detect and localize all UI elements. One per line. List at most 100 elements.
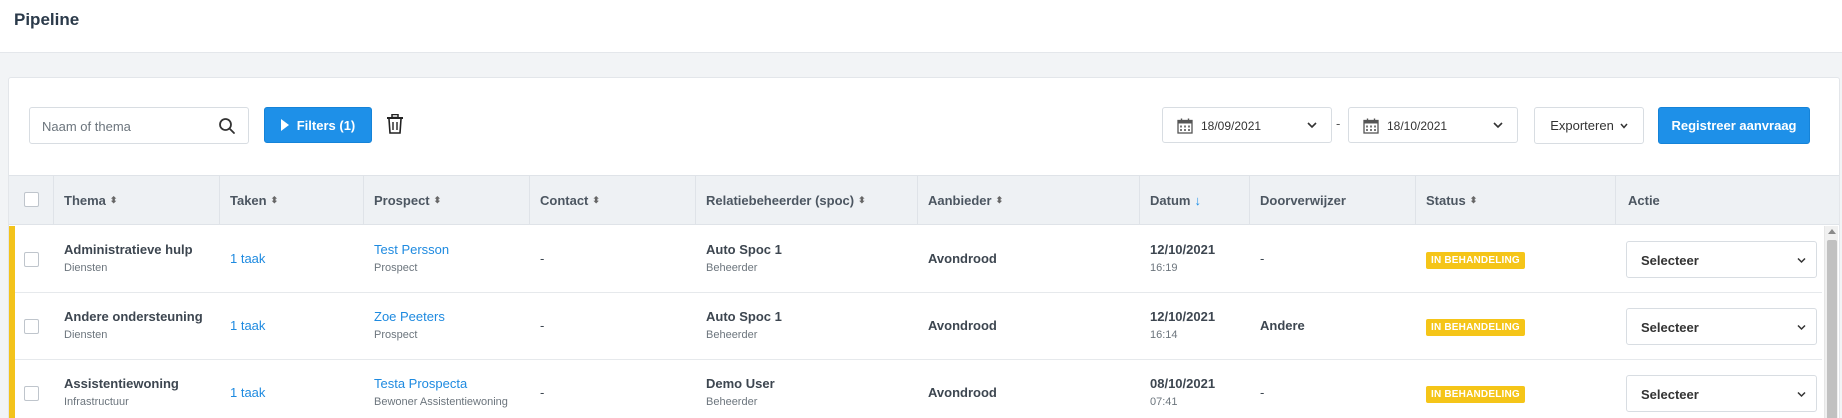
column-relatiebeheerder-label: Relatiebeheerder (spoc) [706,192,855,208]
export-button-label: Exporteren [1550,118,1614,133]
action-select[interactable]: Selecteer [1626,241,1817,278]
sort-icon: ⬍ [592,194,600,205]
datum-cell: 08/10/2021 07:41 [1150,376,1215,408]
date-to-picker[interactable]: 18/10/2021 [1348,107,1518,143]
prospect-role: Bewoner Assistentiewoning [374,396,508,408]
status-cell: IN BEHANDELING [1426,384,1525,403]
row-status-accent [9,226,15,293]
date-from-value: 18/09/2021 [1201,119,1262,133]
filters-button[interactable]: Filters (1) [264,107,372,143]
doorverwijzer-value: Andere [1260,318,1305,333]
page-title: Pipeline [14,10,80,29]
chevron-down-icon [1797,324,1806,331]
calendar-icon [1177,118,1193,134]
sort-desc-icon: ↓ [1194,192,1201,208]
column-contact[interactable]: Contact ⬍ [530,176,696,224]
register-request-button[interactable]: Registreer aanvraag [1658,107,1810,144]
calendar-icon [1363,118,1379,134]
datum-time: 07:41 [1150,396,1178,408]
datum-time: 16:14 [1150,329,1178,341]
scrollbar-thumb[interactable] [1827,240,1837,418]
contact-value: - [540,251,545,266]
search-box[interactable] [29,107,249,144]
column-contact-label: Contact [540,192,589,208]
chevron-down-icon [1493,122,1503,129]
sort-icon: ⬍ [1469,194,1478,205]
spoc-name: Auto Spoc 1 [706,242,782,257]
sort-icon: ⬍ [858,194,866,205]
thema-cell: Administratieve hulp Diensten [64,242,193,274]
taken-link[interactable]: 1 taak [230,318,265,333]
chevron-down-icon [1307,122,1317,129]
table-row[interactable]: Administratieve hulp Diensten 1 taak Tes… [9,226,1822,293]
row-checkbox[interactable] [24,386,39,401]
table-row[interactable]: Assistentiewoning Infrastructuur 1 taak … [9,360,1822,418]
action-select-value: Selecteer [1641,387,1699,402]
column-actie-label: Actie [1628,192,1660,208]
aanbieder-value: Avondrood [928,318,997,333]
sort-icon: ⬍ [270,194,279,205]
select-all-cell [9,176,54,224]
column-taken[interactable]: Taken ⬍ [220,176,364,224]
spoc-role: Beheerder [706,329,758,341]
row-checkbox[interactable] [24,319,39,334]
column-taken-label: Taken [230,192,267,208]
column-datum[interactable]: Datum ↓ [1140,176,1250,224]
prospect-link[interactable]: Zoe Peeters [374,309,445,324]
column-thema-label: Thema [64,192,106,208]
trash-icon[interactable] [386,114,404,134]
datum-time: 16:19 [1150,262,1178,274]
spoc-name: Demo User [706,376,775,391]
column-relatiebeheerder[interactable]: Relatiebeheerder (spoc) ⬍ [696,176,918,224]
table-scrollbar[interactable] [1824,226,1838,418]
column-doorverwijzer-label: Doorverwijzer [1260,192,1346,208]
select-all-checkbox[interactable] [24,192,39,207]
spoc-cell: Auto Spoc 1 Beheerder [706,242,782,274]
doorverwijzer-value: - [1260,385,1265,400]
prospect-link[interactable]: Test Persson [374,242,449,257]
taken-link[interactable]: 1 taak [230,251,265,266]
search-icon[interactable] [218,117,236,135]
thema-cell: Andere ondersteuning Diensten [64,309,203,341]
spoc-cell: Auto Spoc 1 Beheerder [706,309,782,341]
thema-category: Infrastructuur [64,396,129,408]
search-input[interactable] [42,117,212,135]
aanbieder-value: Avondrood [928,385,997,400]
row-status-accent [9,293,15,360]
export-button[interactable]: Exporteren [1534,107,1644,144]
date-to-value: 18/10/2021 [1387,119,1448,133]
datum-date: 12/10/2021 [1150,309,1216,324]
action-select[interactable]: Selecteer [1626,308,1817,345]
spoc-cell: Demo User Beheerder [706,376,775,408]
datum-cell: 12/10/2021 16:14 [1150,309,1215,341]
row-status-accent [9,360,15,418]
column-aanbieder[interactable]: Aanbieder ⬍ [918,176,1140,224]
column-doorverwijzer: Doorverwijzer [1250,176,1416,224]
taken-link[interactable]: 1 taak [230,385,265,400]
table-header: Thema ⬍ Taken ⬍ Prospect ⬍ Contact ⬍ Rel… [9,175,1839,225]
status-badge: IN BEHANDELING [1426,252,1525,269]
thema-name: Andere ondersteuning [64,309,203,324]
column-thema[interactable]: Thema ⬍ [54,176,220,224]
scroll-up-icon[interactable] [1828,229,1836,234]
table-row[interactable]: Andere ondersteuning Diensten 1 taak Zoe… [9,293,1822,360]
column-actie: Actie [1616,176,1839,224]
doorverwijzer-value: - [1260,251,1265,266]
prospect-link[interactable]: Testa Prospecta [374,376,508,391]
status-cell: IN BEHANDELING [1426,250,1525,269]
prospect-role: Prospect [374,329,418,341]
column-status[interactable]: Status ⬍ [1416,176,1616,224]
thema-category: Diensten [64,262,108,274]
column-status-label: Status [1426,192,1466,208]
action-select[interactable]: Selecteer [1626,375,1817,412]
column-datum-label: Datum [1150,192,1191,208]
date-from-picker[interactable]: 18/09/2021 [1162,107,1332,143]
thema-category: Diensten [64,329,108,341]
action-select-value: Selecteer [1641,253,1699,268]
status-cell: IN BEHANDELING [1426,317,1525,336]
column-prospect[interactable]: Prospect ⬍ [364,176,530,224]
prospect-cell: Test Persson Prospect [374,242,449,274]
chevron-down-icon [1797,257,1806,264]
date-separator: - [1336,116,1341,131]
row-checkbox[interactable] [24,252,39,267]
